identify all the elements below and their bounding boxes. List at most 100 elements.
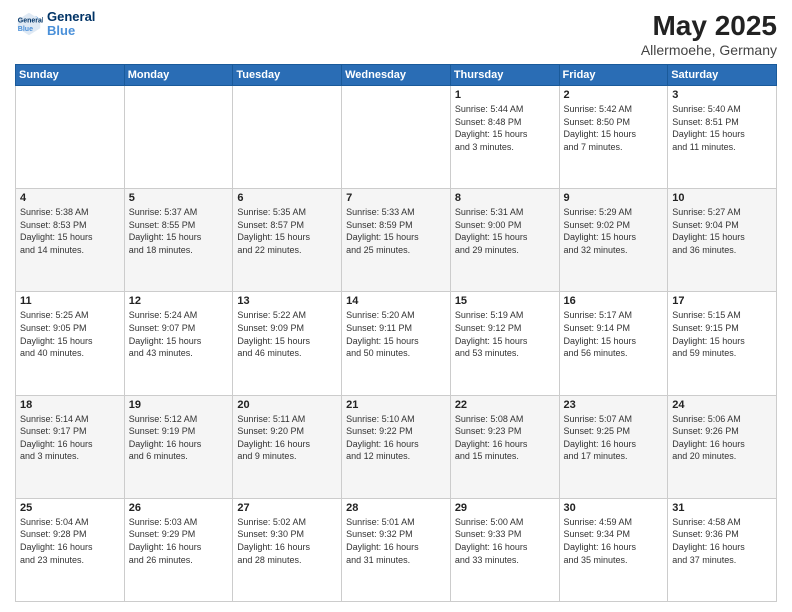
calendar-cell: 17Sunrise: 5:15 AM Sunset: 9:15 PM Dayli…: [668, 292, 777, 395]
calendar-cell: 11 Sunrise: 5:25 AM Sunset: 9:05 PM Dayli…: [16, 292, 125, 395]
cell-info-text: Sunrise: 5:20 AM Sunset: 9:11 PM Dayligh…: [346, 309, 446, 359]
calendar-cell: 14 Sunrise: 5:20 AM Sunset: 9:11 PM Dayli…: [342, 292, 451, 395]
cell-info-text: Sunrise: 5:14 AM Sunset: 9:17 PM Dayligh…: [20, 413, 120, 463]
calendar-cell: 6 Sunrise: 5:35 AM Sunset: 8:57 PM Daylig…: [233, 189, 342, 292]
cell-day-number: 1: [455, 89, 555, 101]
calendar-week-4: 18 Sunrise: 5:14 AM Sunset: 9:17 PM Dayli…: [16, 395, 777, 498]
cell-info-text: Sunrise: 5:40 AM Sunset: 8:51 PM Dayligh…: [672, 103, 772, 153]
calendar-cell: [342, 86, 451, 189]
cell-day-number: 29: [455, 502, 555, 514]
cell-day-number: 11: [20, 295, 120, 307]
col-sunday: Sunday: [16, 65, 125, 86]
cell-info-text: Sunrise: 5:04 AM Sunset: 9:28 PM Dayligh…: [20, 516, 120, 566]
cell-day-number: 28: [346, 502, 446, 514]
cell-day-number: 7: [346, 192, 446, 204]
calendar-cell: 7 Sunrise: 5:33 AM Sunset: 8:59 PM Daylig…: [342, 189, 451, 292]
calendar-week-2: 4Sunrise: 5:38 AM Sunset: 8:53 PM Daylig…: [16, 189, 777, 292]
cell-day-number: 22: [455, 399, 555, 411]
calendar-cell: 31Sunrise: 4:58 AM Sunset: 9:36 PM Dayli…: [668, 498, 777, 601]
cell-info-text: Sunrise: 5:27 AM Sunset: 9:04 PM Dayligh…: [672, 206, 772, 256]
cell-info-text: Sunrise: 5:42 AM Sunset: 8:50 PM Dayligh…: [564, 103, 664, 153]
calendar-cell: 13 Sunrise: 5:22 AM Sunset: 9:09 PM Dayli…: [233, 292, 342, 395]
cell-info-text: Sunrise: 5:10 AM Sunset: 9:22 PM Dayligh…: [346, 413, 446, 463]
calendar-table: Sunday Monday Tuesday Wednesday Thursday…: [15, 64, 777, 602]
cell-info-text: Sunrise: 5:35 AM Sunset: 8:57 PM Dayligh…: [237, 206, 337, 256]
calendar-cell: 24 Sunrise: 5:06 AM Sunset: 9:26 PM Dayli…: [668, 395, 777, 498]
logo: General Blue General Blue: [15, 10, 95, 39]
cell-info-text: Sunrise: 4:58 AM Sunset: 9:36 PM Dayligh…: [672, 516, 772, 566]
svg-text:General: General: [18, 18, 43, 25]
header: General Blue General Blue May 2025 Aller…: [15, 10, 777, 58]
cell-day-number: 19: [129, 399, 229, 411]
col-thursday: Thursday: [450, 65, 559, 86]
cell-info-text: Sunrise: 5:33 AM Sunset: 8:59 PM Dayligh…: [346, 206, 446, 256]
calendar-week-1: 1 Sunrise: 5:44 AM Sunset: 8:48 PM Daylig…: [16, 86, 777, 189]
col-tuesday: Tuesday: [233, 65, 342, 86]
cell-day-number: 16: [564, 295, 664, 307]
cell-day-number: 30: [564, 502, 664, 514]
calendar-week-3: 11 Sunrise: 5:25 AM Sunset: 9:05 PM Dayli…: [16, 292, 777, 395]
cell-info-text: Sunrise: 4:59 AM Sunset: 9:34 PM Dayligh…: [564, 516, 664, 566]
calendar-cell: 8Sunrise: 5:31 AM Sunset: 9:00 PM Daylig…: [450, 189, 559, 292]
cell-day-number: 4: [20, 192, 120, 204]
calendar-cell: 30 Sunrise: 4:59 AM Sunset: 9:34 PM Dayli…: [559, 498, 668, 601]
cell-info-text: Sunrise: 5:00 AM Sunset: 9:33 PM Dayligh…: [455, 516, 555, 566]
cell-info-text: Sunrise: 5:44 AM Sunset: 8:48 PM Dayligh…: [455, 103, 555, 153]
logo-text-blue: Blue: [47, 24, 95, 38]
cell-info-text: Sunrise: 5:22 AM Sunset: 9:09 PM Dayligh…: [237, 309, 337, 359]
logo-icon: General Blue: [15, 10, 43, 38]
calendar-subtitle: Allermoehe, Germany: [641, 42, 777, 58]
calendar-cell: 29 Sunrise: 5:00 AM Sunset: 9:33 PM Dayli…: [450, 498, 559, 601]
cell-day-number: 14: [346, 295, 446, 307]
cell-day-number: 12: [129, 295, 229, 307]
calendar-cell: 25 Sunrise: 5:04 AM Sunset: 9:28 PM Dayli…: [16, 498, 125, 601]
logo-text-general: General: [47, 10, 95, 24]
cell-day-number: 25: [20, 502, 120, 514]
cell-info-text: Sunrise: 5:03 AM Sunset: 9:29 PM Dayligh…: [129, 516, 229, 566]
calendar-cell: [233, 86, 342, 189]
calendar-cell: 18 Sunrise: 5:14 AM Sunset: 9:17 PM Dayli…: [16, 395, 125, 498]
cell-day-number: 21: [346, 399, 446, 411]
svg-text:Blue: Blue: [18, 26, 33, 33]
calendar-cell: 3 Sunrise: 5:40 AM Sunset: 8:51 PM Daylig…: [668, 86, 777, 189]
cell-info-text: Sunrise: 5:06 AM Sunset: 9:26 PM Dayligh…: [672, 413, 772, 463]
cell-info-text: Sunrise: 5:25 AM Sunset: 9:05 PM Dayligh…: [20, 309, 120, 359]
cell-day-number: 13: [237, 295, 337, 307]
cell-info-text: Sunrise: 5:11 AM Sunset: 9:20 PM Dayligh…: [237, 413, 337, 463]
cell-info-text: Sunrise: 5:17 AM Sunset: 9:14 PM Dayligh…: [564, 309, 664, 359]
col-saturday: Saturday: [668, 65, 777, 86]
calendar-cell: 10 Sunrise: 5:27 AM Sunset: 9:04 PM Dayli…: [668, 189, 777, 292]
cell-day-number: 3: [672, 89, 772, 101]
col-friday: Friday: [559, 65, 668, 86]
calendar-cell: [16, 86, 125, 189]
calendar-header-row: Sunday Monday Tuesday Wednesday Thursday…: [16, 65, 777, 86]
calendar-cell: [124, 86, 233, 189]
calendar-cell: 27Sunrise: 5:02 AM Sunset: 9:30 PM Dayli…: [233, 498, 342, 601]
cell-day-number: 26: [129, 502, 229, 514]
cell-info-text: Sunrise: 5:01 AM Sunset: 9:32 PM Dayligh…: [346, 516, 446, 566]
calendar-cell: 22 Sunrise: 5:08 AM Sunset: 9:23 PM Dayli…: [450, 395, 559, 498]
calendar-cell: 21 Sunrise: 5:10 AM Sunset: 9:22 PM Dayli…: [342, 395, 451, 498]
col-monday: Monday: [124, 65, 233, 86]
cell-day-number: 15: [455, 295, 555, 307]
cell-day-number: 10: [672, 192, 772, 204]
cell-day-number: 2: [564, 89, 664, 101]
cell-info-text: Sunrise: 5:37 AM Sunset: 8:55 PM Dayligh…: [129, 206, 229, 256]
cell-day-number: 8: [455, 192, 555, 204]
cell-day-number: 17: [672, 295, 772, 307]
calendar-cell: 26 Sunrise: 5:03 AM Sunset: 9:29 PM Dayli…: [124, 498, 233, 601]
page: General Blue General Blue May 2025 Aller…: [0, 0, 792, 612]
calendar-cell: 1 Sunrise: 5:44 AM Sunset: 8:48 PM Daylig…: [450, 86, 559, 189]
calendar-week-5: 25 Sunrise: 5:04 AM Sunset: 9:28 PM Dayli…: [16, 498, 777, 601]
cell-day-number: 18: [20, 399, 120, 411]
calendar-cell: 20Sunrise: 5:11 AM Sunset: 9:20 PM Dayli…: [233, 395, 342, 498]
cell-day-number: 9: [564, 192, 664, 204]
cell-day-number: 5: [129, 192, 229, 204]
cell-day-number: 24: [672, 399, 772, 411]
calendar-cell: 2 Sunrise: 5:42 AM Sunset: 8:50 PM Daylig…: [559, 86, 668, 189]
cell-day-number: 6: [237, 192, 337, 204]
cell-info-text: Sunrise: 5:08 AM Sunset: 9:23 PM Dayligh…: [455, 413, 555, 463]
title-block: May 2025 Allermoehe, Germany: [641, 10, 777, 58]
calendar-cell: 12Sunrise: 5:24 AM Sunset: 9:07 PM Dayli…: [124, 292, 233, 395]
cell-info-text: Sunrise: 5:02 AM Sunset: 9:30 PM Dayligh…: [237, 516, 337, 566]
